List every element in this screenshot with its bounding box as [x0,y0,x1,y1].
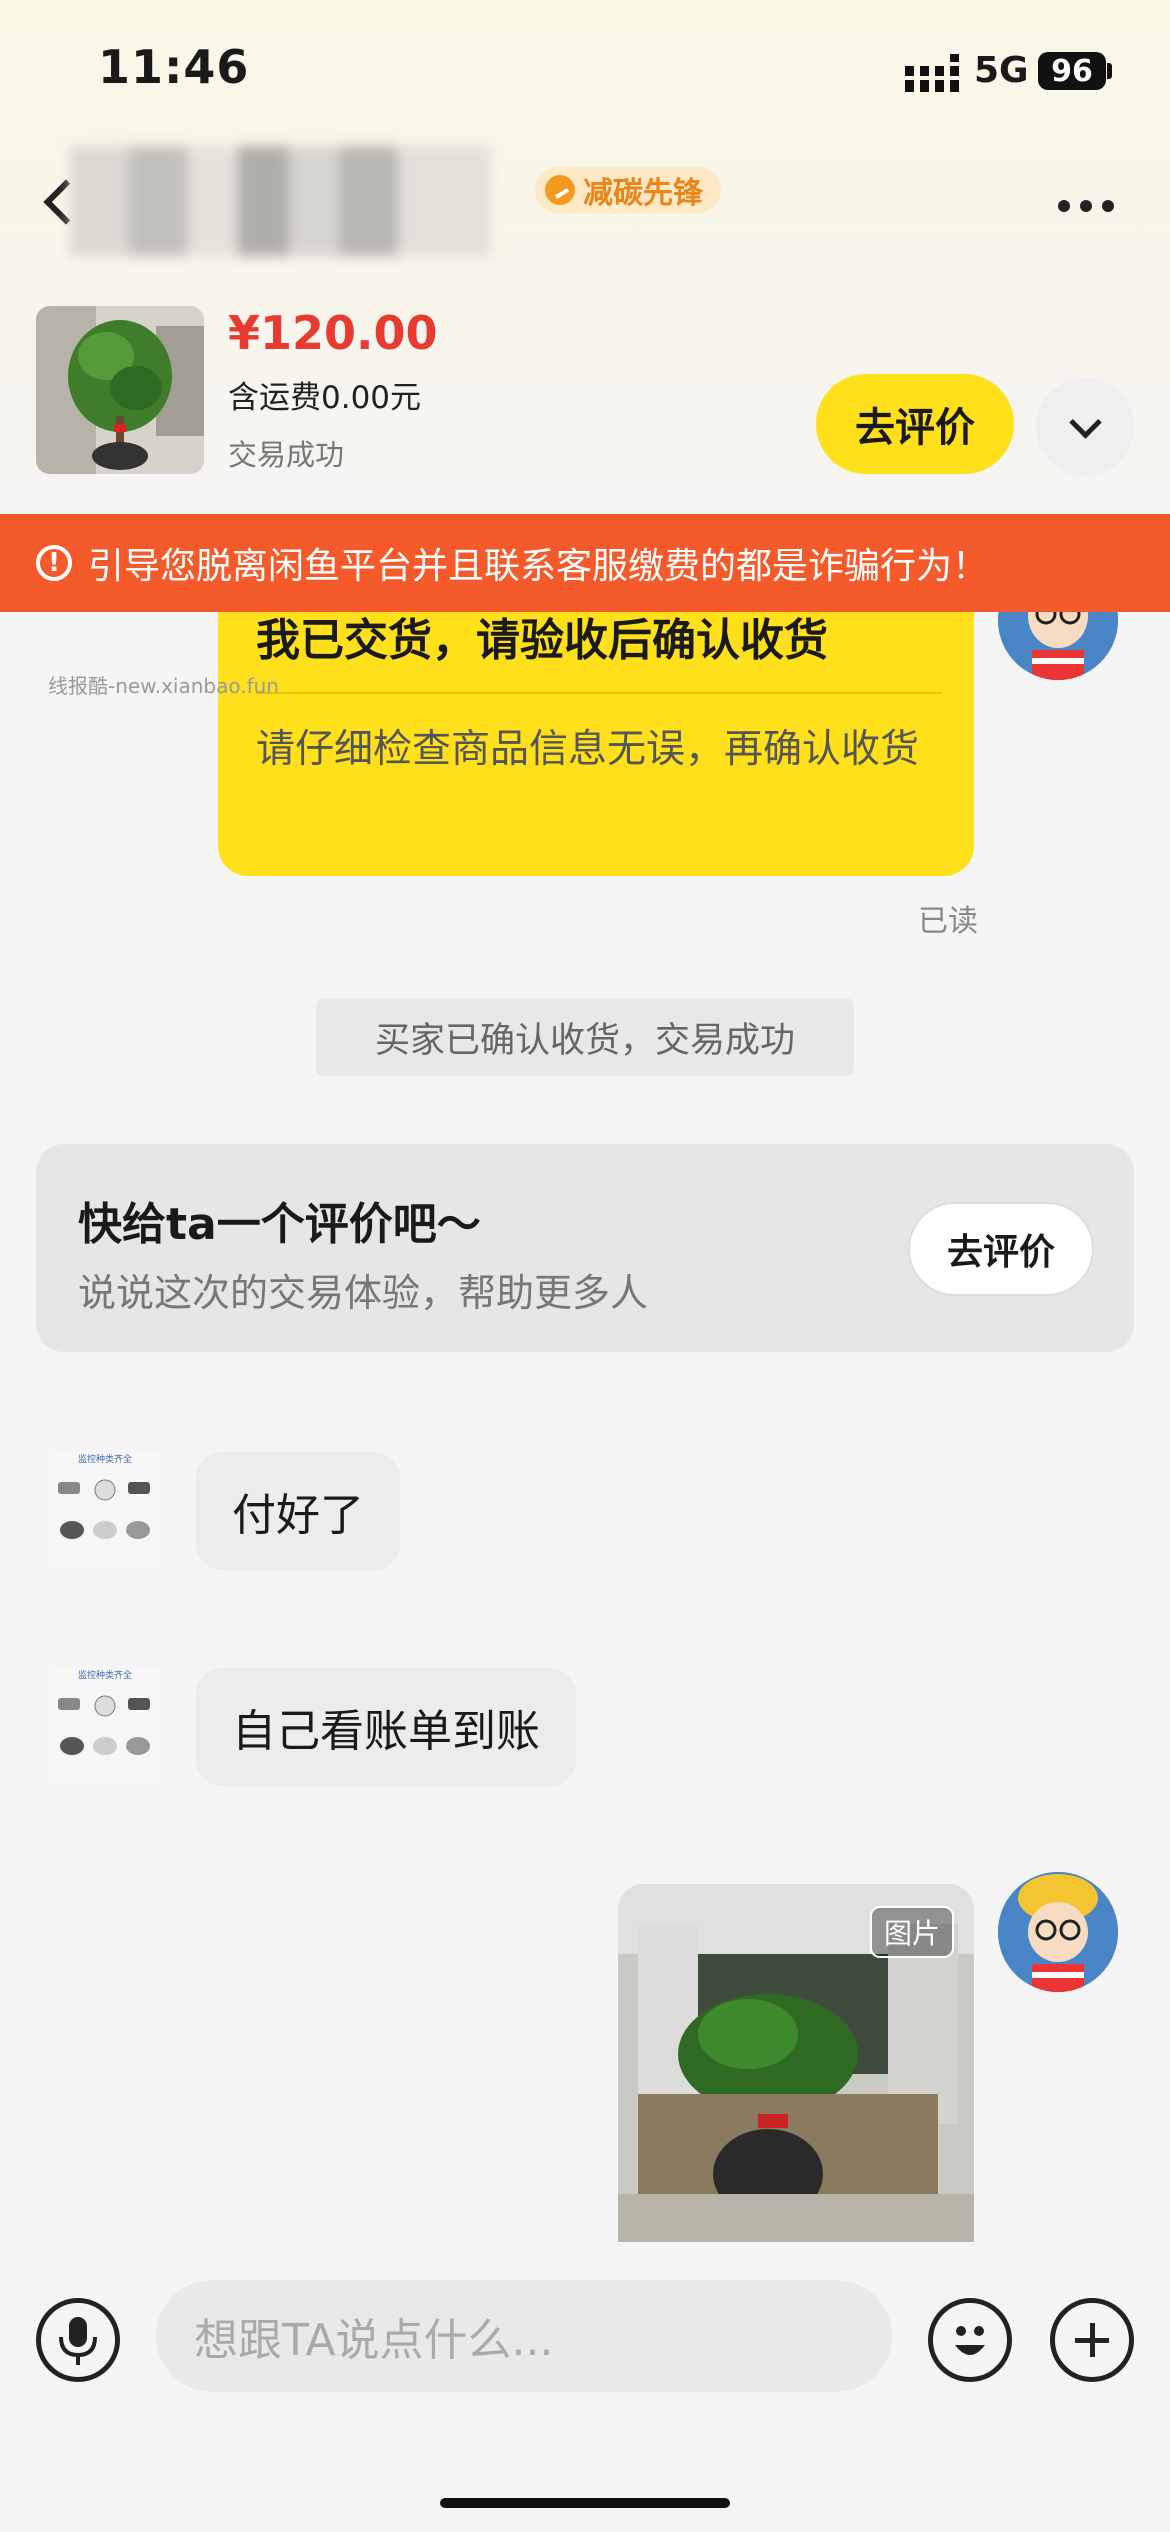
avatar[interactable] [998,1872,1118,1992]
leaf-icon [545,175,575,205]
delivery-card-title: 我已交货，请验收后确认收货 [256,615,828,666]
microphone-icon[interactable] [36,2298,120,2382]
plus-icon[interactable] [1050,2298,1134,2382]
home-indicator [440,2498,730,2508]
expand-button[interactable] [1036,378,1134,476]
signal-icon [905,54,959,92]
deal-status: 交易成功 [228,438,345,472]
carbon-badge: 减碳先锋 [535,167,721,213]
divider [256,692,942,694]
product-price: ¥120.00 [228,306,438,360]
battery-indicator: 96 [1038,52,1106,90]
battery-tip [1107,63,1112,79]
peer-message-bubble[interactable]: 付好了 [196,1452,400,1570]
fraud-warning-text: 引导您脱离闲鱼平台并且联系客服缴费的都是诈骗行为！ [88,546,989,587]
network-type: 5G [974,50,1029,91]
status-time: 11:46 [98,40,250,94]
photo-tag: 图片 [869,1906,954,1958]
cartoon-avatar [998,1872,1118,1992]
camera-product-avatar: 监控种类齐全 [50,1452,160,1562]
camera-product-avatar: 监控种类齐全 [50,1668,160,1778]
chevron-down-icon [1068,405,1102,439]
more-icon[interactable] [1058,200,1114,212]
shipping-fee: 含运费0.00元 [228,380,422,416]
peer-avatar-caption: 监控种类齐全 [78,1453,132,1465]
review-prompt-button[interactable]: 去评价 [908,1202,1094,1296]
peer-message-text: 付好了 [232,1490,364,1541]
peer-avatar-caption: 监控种类齐全 [78,1669,132,1681]
contact-name-blurred [70,146,490,256]
photo-message[interactable]: 图片 [618,1884,974,2242]
watermark: 线报酷-new.xianbao.fun [48,674,279,698]
plant-image [36,306,204,474]
peer-avatar[interactable]: 监控种类齐全 [50,1668,160,1778]
system-message: 买家已确认收货，交易成功 [316,998,854,1076]
review-prompt-subtitle: 说说这次的交易体验，帮助更多人 [78,1271,649,1315]
emoji-icon[interactable] [928,2298,1012,2382]
product-thumbnail[interactable] [36,306,204,474]
carbon-badge-label: 减碳先锋 [583,176,703,211]
peer-message-text: 自己看账单到账 [232,1706,540,1757]
peer-message-bubble[interactable]: 自己看账单到账 [196,1668,576,1786]
warning-icon: ! [36,545,72,581]
message-input[interactable]: 想跟TA说点什么... [156,2280,892,2392]
delivery-card-description: 请仔细检查商品信息无误，再确认收货 [256,727,920,772]
peer-avatar[interactable]: 监控种类齐全 [50,1452,160,1562]
fraud-warning-banner: ! 引导您脱离闲鱼平台并且联系客服缴费的都是诈骗行为！ [0,514,1170,612]
review-prompt-title: 快给ta一个评价吧～ [78,1199,481,1250]
read-status: 已读 [918,904,978,939]
review-button[interactable]: 去评价 [816,374,1014,474]
